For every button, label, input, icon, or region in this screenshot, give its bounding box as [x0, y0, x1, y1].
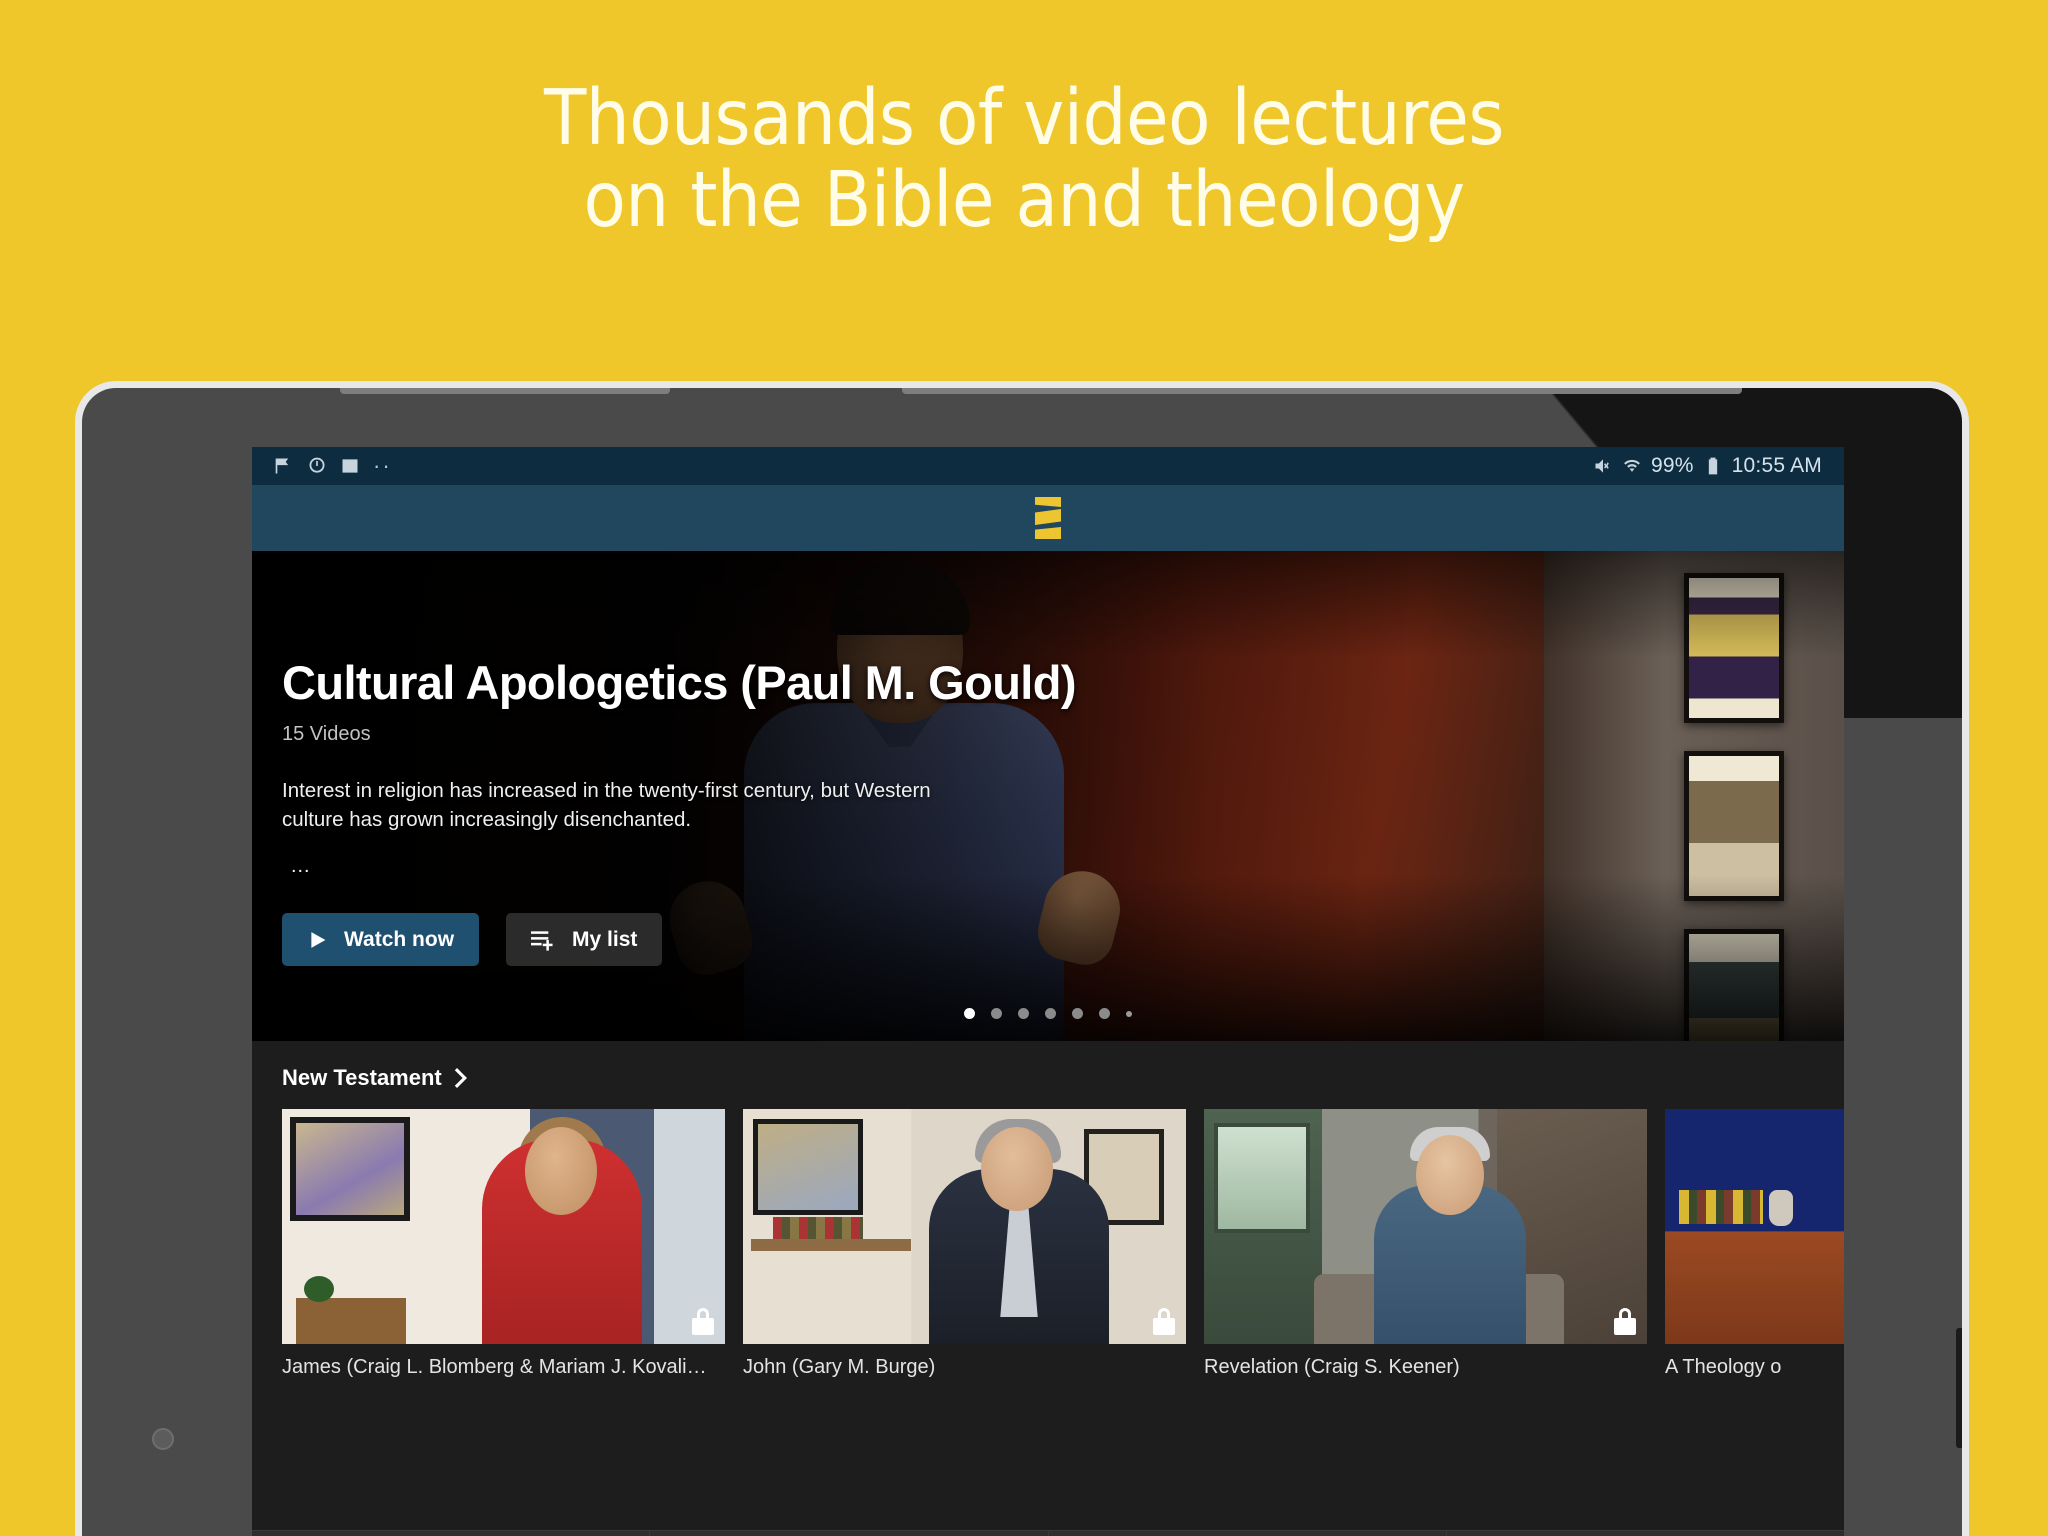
device-button-notch-left — [340, 388, 670, 394]
watch-now-label: Watch now — [344, 927, 455, 951]
status-bar: ·· 99% 10:55 AM — [252, 447, 1844, 485]
card-caption: Revelation (Craig S. Keener) — [1204, 1356, 1460, 1378]
battery-icon — [1708, 457, 1717, 475]
hero-title: Cultural Apologetics (Paul M. Gould) — [282, 656, 1077, 709]
hero-banner[interactable]: Cultural Apologetics (Paul M. Gould) 15 … — [252, 551, 1844, 1041]
list-item[interactable]: Revelation (Craig S. Keener) — [1204, 1109, 1647, 1379]
play-icon — [311, 931, 326, 948]
promo-line-1: Thousands of video lectures — [543, 74, 1505, 163]
card-thumbnail[interactable] — [1204, 1109, 1647, 1344]
mute-icon — [1595, 459, 1609, 473]
nav-search[interactable] — [650, 1531, 1049, 1536]
hero-description: Interest in religion has increased in th… — [282, 779, 931, 832]
nav-watch[interactable] — [252, 1531, 651, 1536]
app-bar — [252, 485, 1844, 551]
list-item[interactable]: John (Gary M. Burge) — [743, 1109, 1186, 1379]
app-logo[interactable] — [1035, 497, 1061, 539]
carousel-dot[interactable] — [1072, 1008, 1083, 1019]
device-side-button[interactable] — [1956, 1328, 1962, 1448]
content-rail: New Testament James (Craig L. Blomberg &… — [252, 1041, 1844, 1536]
rail-header[interactable]: New Testament — [252, 1065, 1844, 1109]
status-time: 10:55 AM — [1731, 454, 1822, 477]
promo-line-2: on the Bible and theology — [583, 155, 1465, 245]
carousel-dot[interactable] — [1045, 1008, 1056, 1019]
hero-video-count: 15 Videos — [282, 723, 371, 745]
lock-icon — [691, 1308, 715, 1336]
wifi-icon — [1624, 459, 1640, 472]
card-caption: A Theology o — [1665, 1356, 1782, 1378]
carousel-dot[interactable] — [964, 1008, 975, 1019]
nav-library[interactable] — [1049, 1531, 1447, 1536]
lock-icon — [1152, 1308, 1176, 1336]
carousel-dot[interactable] — [1018, 1008, 1029, 1019]
hero-description-expand[interactable]: … — [282, 854, 1182, 878]
my-list-button[interactable]: My list — [506, 913, 663, 967]
flag-check-icon — [275, 458, 289, 474]
device-camera — [152, 1428, 174, 1450]
status-overflow-dots: ·· — [373, 453, 392, 478]
playlist-add-icon — [531, 931, 553, 951]
battery-percent: 99% — [1651, 454, 1694, 477]
chevron-right-icon — [454, 1068, 467, 1088]
rail-title: New Testament — [282, 1065, 442, 1090]
my-list-label: My list — [572, 927, 638, 951]
image-icon — [342, 459, 358, 473]
device-button-notch-right — [902, 388, 1742, 394]
list-item[interactable]: A Theology o — [1665, 1109, 1844, 1379]
list-item[interactable]: James (Craig L. Blomberg & Mariam J. Kov… — [282, 1109, 725, 1379]
card-caption: John (Gary M. Burge) — [743, 1356, 936, 1378]
carousel-dot[interactable] — [1099, 1008, 1110, 1019]
carousel-dot[interactable] — [1126, 1010, 1132, 1017]
lock-icon — [1613, 1308, 1637, 1336]
bottom-nav — [252, 1530, 1844, 1536]
card-list[interactable]: James (Craig L. Blomberg & Mariam J. Kov… — [252, 1109, 1844, 1379]
alarm-icon — [309, 457, 325, 473]
card-thumbnail[interactable] — [282, 1109, 725, 1344]
carousel-dot[interactable] — [991, 1008, 1002, 1019]
card-thumbnail[interactable] — [743, 1109, 1186, 1344]
watch-now-button[interactable]: Watch now — [282, 913, 480, 967]
card-caption: James (Craig L. Blomberg & Mariam J. Kov… — [282, 1356, 707, 1378]
tablet-device: ·· 99% 10:55 AM Cultural Apologetics (Pa… — [82, 388, 1962, 1536]
card-thumbnail[interactable] — [1665, 1109, 1844, 1344]
nav-account[interactable] — [1447, 1531, 1844, 1536]
carousel-dots[interactable] — [252, 1008, 1844, 1019]
tablet-screen: ·· 99% 10:55 AM Cultural Apologetics (Pa… — [252, 447, 1844, 1536]
promo-headline: Thousands of video lectures on the Bible… — [0, 78, 2048, 241]
